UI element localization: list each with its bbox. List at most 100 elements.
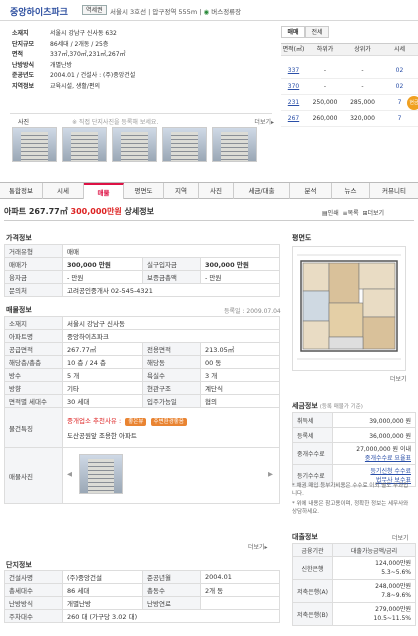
cell-key: 총동수	[142, 583, 201, 597]
info-value: 86세대 / 2개동 / 25층	[50, 40, 109, 48]
tab-overview[interactable]: 통합정보	[0, 183, 43, 199]
info-key: 난방방식	[12, 61, 35, 69]
cell-value: 3 개	[200, 368, 280, 382]
cell-key: 보증금총액	[142, 270, 201, 284]
commission-rate-link[interactable]: 중개수수료 요율표	[337, 454, 411, 463]
col-bank: 금융기관	[292, 543, 333, 557]
more-button[interactable]: 더보기	[367, 210, 384, 217]
cell-key: 공급면적	[4, 342, 63, 356]
divider	[4, 220, 414, 221]
tab-region[interactable]: 지역	[164, 183, 199, 199]
loan-cell: 124,000만원 5.3~5.6%	[332, 556, 416, 580]
cell-key: 중개수수료	[292, 442, 333, 465]
cell-key: 소재지	[4, 316, 63, 330]
floorplan-title: 평면도	[292, 234, 312, 242]
prev-arrow-icon[interactable]: ◀	[67, 470, 72, 478]
row-low: 260,000	[312, 115, 338, 122]
tab-analysis[interactable]: 분석	[290, 183, 332, 199]
loan-more-link[interactable]: 더보기	[392, 533, 409, 542]
loan-amount: 248,000만원	[375, 583, 411, 590]
info-key: 지역정보	[12, 82, 35, 90]
complex-photo[interactable]	[12, 127, 57, 162]
list-button[interactable]: 목록	[348, 210, 359, 217]
feature-tag-view[interactable]: 좋은뷰	[125, 418, 147, 426]
bank-name[interactable]: 저축은행(B)	[292, 602, 333, 626]
feature-tag-env[interactable]: 주변환경좋음	[150, 418, 187, 426]
tab-tax-loan[interactable]: 세금/대출	[234, 183, 290, 199]
info-value: 개별난방	[50, 61, 73, 69]
cell-key: 취득세	[292, 412, 333, 428]
info-row: 지역정보 교육시설, 생활/편의	[12, 82, 272, 93]
row-rate: 7	[397, 115, 402, 122]
cell-key: 총세대수	[4, 583, 63, 597]
complex-info-table: 건설사명 (주)중앙건설 준공년월 2004.01 총세대수 86 세대 총동수 2개 동 …	[4, 570, 280, 623]
listing-info-title: 매물정보	[6, 306, 32, 314]
tab-floorplan[interactable]: 평면도	[124, 183, 164, 199]
row-area[interactable]: 231	[281, 95, 306, 110]
info-key: 준공년도	[12, 72, 35, 79]
summary-row[interactable]: 231 250,000 285,000 7	[281, 95, 418, 111]
tab-market[interactable]: 시세	[43, 183, 84, 199]
tab-photos[interactable]: 사진	[199, 183, 234, 199]
station-chip[interactable]: 역세권	[82, 5, 107, 15]
row-area[interactable]: 337	[281, 63, 306, 78]
tab-sale[interactable]: 매매	[281, 26, 305, 38]
summary-row[interactable]: 337 - - 02	[281, 63, 418, 79]
cell-key: 문의처	[4, 283, 63, 297]
cell-value: 서울시 강남구 신사동	[62, 316, 280, 330]
contact-agent[interactable]: 고려공인중개사 02-545-4321	[62, 283, 280, 297]
complex-photo[interactable]	[212, 127, 257, 162]
complex-photo[interactable]	[112, 127, 157, 162]
info-key: 단지규모	[12, 40, 35, 48]
floorplan-more-link[interactable]: 더보기	[390, 374, 407, 383]
bank-name[interactable]: 신한은행	[292, 556, 333, 580]
photos-label: 사진	[18, 119, 30, 126]
cell-key: 주차대수	[4, 609, 63, 623]
info-value: 2004.01 / 건설사 : (주)중앙건설	[50, 72, 136, 79]
cell-key: 현관구조	[142, 381, 201, 395]
tab-news[interactable]: 뉴스	[332, 183, 370, 199]
main-tabs: 통합정보 시세 매물 평면도 지역 사진 세금/대출 분석 뉴스 커뮤니티	[0, 182, 418, 199]
cell-key: 해당동	[142, 355, 201, 369]
row-area[interactable]: 267	[281, 111, 306, 126]
info-row: 준공년도 2004.01 / 건설사 : (주)중앙건설	[12, 71, 272, 82]
next-arrow-icon[interactable]: ▶	[268, 470, 273, 478]
floorplan-image[interactable]	[292, 246, 406, 371]
cell-key: 욕실수	[142, 368, 201, 382]
listing-more-link[interactable]: 더보기▸	[248, 542, 268, 551]
bus-link[interactable]: 버스정류장	[211, 8, 241, 16]
loan-amount: - 만원	[62, 270, 143, 284]
col-rate: 시세	[393, 46, 406, 53]
complex-info: 소재지 서울시 강남구 신사동 632 단지규모 86세대 / 2개동 / 25층 …	[12, 29, 272, 92]
listing-info-table: 소재지 서울시 강남구 신사동 아파트명 중앙하이츠파크 공급면적 267.77㎡ 전용…	[4, 316, 280, 504]
region-info-link[interactable]: 교육시설, 생활/편의	[50, 82, 100, 93]
complex-title[interactable]: 중앙하이츠파크	[10, 5, 68, 18]
tab-community[interactable]: 커뮤니티	[370, 183, 418, 199]
floorplan-drawing	[297, 254, 401, 360]
col-low: 하위가	[316, 46, 334, 53]
price-info-title: 가격정보	[6, 234, 32, 242]
complex-photo[interactable]	[62, 127, 107, 162]
print-button[interactable]: 인쇄	[328, 210, 339, 217]
row-area[interactable]: 370	[281, 79, 306, 94]
tab-listings[interactable]: 매물	[84, 183, 124, 199]
listing-photo[interactable]	[79, 454, 123, 494]
cash-badge[interactable]: 현금	[407, 96, 418, 110]
subway-info: 서울시 3호선 | 압구정역 555m | ◉ 버스정류장	[110, 6, 241, 16]
registration-fee-link[interactable]: 등기신청 수수료	[337, 467, 411, 476]
cell-key: 매물사진	[4, 447, 63, 504]
complex-photo[interactable]	[162, 127, 207, 162]
bank-name[interactable]: 저축은행(A)	[292, 579, 333, 603]
toolbar: ▤인쇄 ≡목록 ⊞더보기	[322, 208, 384, 217]
summary-row[interactable]: 267 260,000 320,000 7	[281, 111, 418, 127]
cell-value	[200, 596, 280, 610]
loan-rate: 5.3~5.6%	[381, 569, 411, 576]
tab-jeonse[interactable]: 전세	[305, 26, 329, 38]
photos-more-link[interactable]: 더보기▸	[254, 117, 274, 126]
actual-funds: 300,000 만원	[200, 257, 280, 271]
cell-key: 면적별 세대수	[4, 394, 63, 408]
summary-row[interactable]: 370 - - 02	[281, 79, 418, 95]
photos-hint[interactable]: ※ 직접 단지사진을 등록해 보세요.	[72, 117, 158, 126]
cell-key: 방향	[4, 381, 63, 395]
cell-value: 36,000,000 원	[332, 427, 416, 443]
